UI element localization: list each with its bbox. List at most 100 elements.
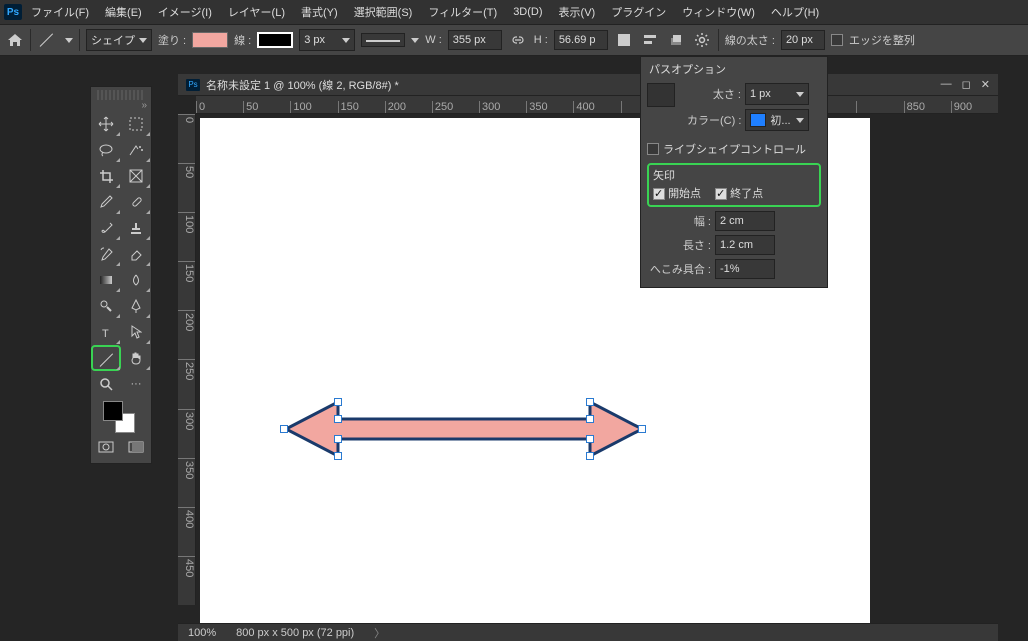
arrow-length-input[interactable]	[715, 235, 775, 255]
menu-window[interactable]: ウィンドウ(W)	[675, 1, 762, 23]
zoom-level[interactable]: 100%	[188, 627, 216, 639]
path-select-tool[interactable]	[121, 319, 151, 345]
hand-tool[interactable]	[121, 345, 151, 371]
align-edges-label: エッジを整列	[849, 32, 915, 48]
home-icon[interactable]	[6, 31, 24, 49]
quick-select-tool[interactable]	[121, 137, 151, 163]
frame-tool[interactable]	[121, 163, 151, 189]
color-label: カラー(C) :	[687, 112, 741, 128]
brush-tool[interactable]	[91, 215, 121, 241]
start-point-label: 開始点	[668, 188, 701, 200]
panel-title: パスオプション	[641, 57, 827, 81]
chevron-down-icon[interactable]	[65, 38, 73, 43]
collapse-icon[interactable]: »	[91, 100, 151, 111]
stroke-type-dropdown[interactable]	[361, 33, 405, 47]
menu-3d[interactable]: 3D(D)	[506, 3, 549, 21]
fill-label: 塗り :	[158, 32, 186, 48]
menu-image[interactable]: イメージ(I)	[151, 1, 219, 23]
tool-preset-icon[interactable]	[37, 29, 59, 51]
start-point-checkbox[interactable]	[653, 188, 665, 200]
fill-swatch[interactable]	[192, 32, 228, 48]
workspace: » T ···	[0, 56, 1028, 641]
arrow-section-title: 矢印	[653, 167, 815, 183]
document-title: 名称未設定 1 @ 100% (線 2, RGB/8#) *	[206, 77, 399, 93]
menu-help[interactable]: ヘルプ(H)	[764, 1, 826, 23]
arrow-width-input[interactable]	[715, 211, 775, 231]
minimize-icon[interactable]: —	[941, 78, 952, 91]
live-shape-label: ライブシェイプコントロール	[663, 141, 806, 157]
document-window: Ps 名称未設定 1 @ 100% (線 2, RGB/8#) * — ◻ ✕ …	[178, 74, 998, 641]
end-point-checkbox[interactable]	[715, 188, 727, 200]
status-bar: 100% 800 px x 500 px (72 ppi) 〉	[178, 623, 998, 641]
width-label: W :	[425, 34, 442, 46]
arrow-section-highlight: 矢印 開始点 終了点	[647, 163, 821, 207]
end-point-label: 終了点	[730, 188, 763, 200]
crop-tool[interactable]	[91, 163, 121, 189]
screen-mode-icon[interactable]	[121, 437, 151, 457]
align-icon[interactable]	[640, 30, 660, 50]
pen-tool[interactable]	[121, 293, 151, 319]
eyedropper-tool[interactable]	[91, 189, 121, 215]
arrange-icon[interactable]	[666, 30, 686, 50]
horizontal-ruler: 050100150200250300350400850900	[196, 96, 998, 114]
mode-dropdown[interactable]: シェイプ	[86, 29, 152, 51]
color-wells[interactable]	[91, 397, 151, 433]
align-edges-checkbox[interactable]	[831, 34, 843, 46]
menu-bar: Ps ファイル(F) 編集(E) イメージ(I) レイヤー(L) 書式(Y) 選…	[0, 0, 1028, 24]
dodge-tool[interactable]	[91, 293, 121, 319]
color-dropdown[interactable]: 初...	[745, 109, 809, 131]
gear-icon[interactable]	[692, 30, 712, 50]
more-tools[interactable]: ···	[121, 371, 151, 397]
link-icon[interactable]	[508, 30, 528, 50]
app-logo-icon: Ps	[4, 4, 22, 20]
marquee-tool[interactable]	[121, 111, 151, 137]
toolbox-grip[interactable]	[97, 90, 145, 100]
gradient-tool[interactable]	[91, 267, 121, 293]
move-tool[interactable]	[91, 111, 121, 137]
type-tool[interactable]: T	[91, 319, 121, 345]
stroke-width-input[interactable]: 3 px	[299, 29, 355, 51]
live-shape-checkbox[interactable]	[647, 143, 659, 155]
menu-file[interactable]: ファイル(F)	[24, 1, 96, 23]
heal-tool[interactable]	[121, 189, 151, 215]
blur-tool[interactable]	[121, 267, 151, 293]
menu-select[interactable]: 選択範囲(S)	[347, 1, 420, 23]
stroke-swatch[interactable]	[257, 32, 293, 48]
height-label: H :	[534, 34, 548, 46]
height-input[interactable]	[554, 30, 608, 50]
quick-mask-icon[interactable]	[91, 437, 121, 457]
menu-edit[interactable]: 編集(E)	[98, 1, 149, 23]
history-brush-tool[interactable]	[91, 241, 121, 267]
document-tab[interactable]: Ps 名称未設定 1 @ 100% (線 2, RGB/8#) * — ◻ ✕	[178, 74, 998, 96]
concave-label: へこみ具合 :	[647, 261, 711, 277]
eraser-tool[interactable]	[121, 241, 151, 267]
menu-type[interactable]: 書式(Y)	[294, 1, 345, 23]
concave-input[interactable]	[715, 259, 775, 279]
stamp-tool[interactable]	[121, 215, 151, 241]
menu-filter[interactable]: フィルター(T)	[421, 1, 504, 23]
line-tool[interactable]	[91, 345, 121, 371]
path-options-panel: パスオプション 太さ : 1 px カラー(C) : 初... ライブシェイプコ…	[640, 56, 828, 288]
svg-text:T: T	[102, 328, 109, 339]
width-input[interactable]	[448, 30, 502, 50]
path-ops-icon[interactable]	[614, 30, 634, 50]
thickness-dropdown[interactable]: 1 px	[745, 83, 809, 105]
doc-info: 800 px x 500 px (72 ppi)	[236, 627, 354, 639]
arrow-width-label: 幅 :	[647, 213, 711, 229]
arrow-shape[interactable]	[284, 398, 644, 460]
foreground-color[interactable]	[103, 401, 123, 421]
doc-icon: Ps	[186, 79, 200, 91]
menu-layer[interactable]: レイヤー(L)	[221, 1, 292, 23]
toolbox: » T ···	[90, 86, 152, 464]
options-bar: シェイプ 塗り : 線 : 3 px W : H : 線の太さ : エッジを整列	[0, 24, 1028, 56]
arrow-length-label: 長さ :	[647, 237, 711, 253]
path-preview	[647, 83, 675, 107]
close-icon[interactable]: ✕	[981, 78, 990, 91]
lasso-tool[interactable]	[91, 137, 121, 163]
zoom-tool[interactable]	[91, 371, 121, 397]
maximize-icon[interactable]: ◻	[962, 78, 971, 91]
menu-view[interactable]: 表示(V)	[552, 1, 603, 23]
menu-plugin[interactable]: プラグイン	[604, 1, 673, 23]
stroke-label: 線 :	[234, 32, 251, 48]
line-weight-input[interactable]	[781, 30, 825, 50]
